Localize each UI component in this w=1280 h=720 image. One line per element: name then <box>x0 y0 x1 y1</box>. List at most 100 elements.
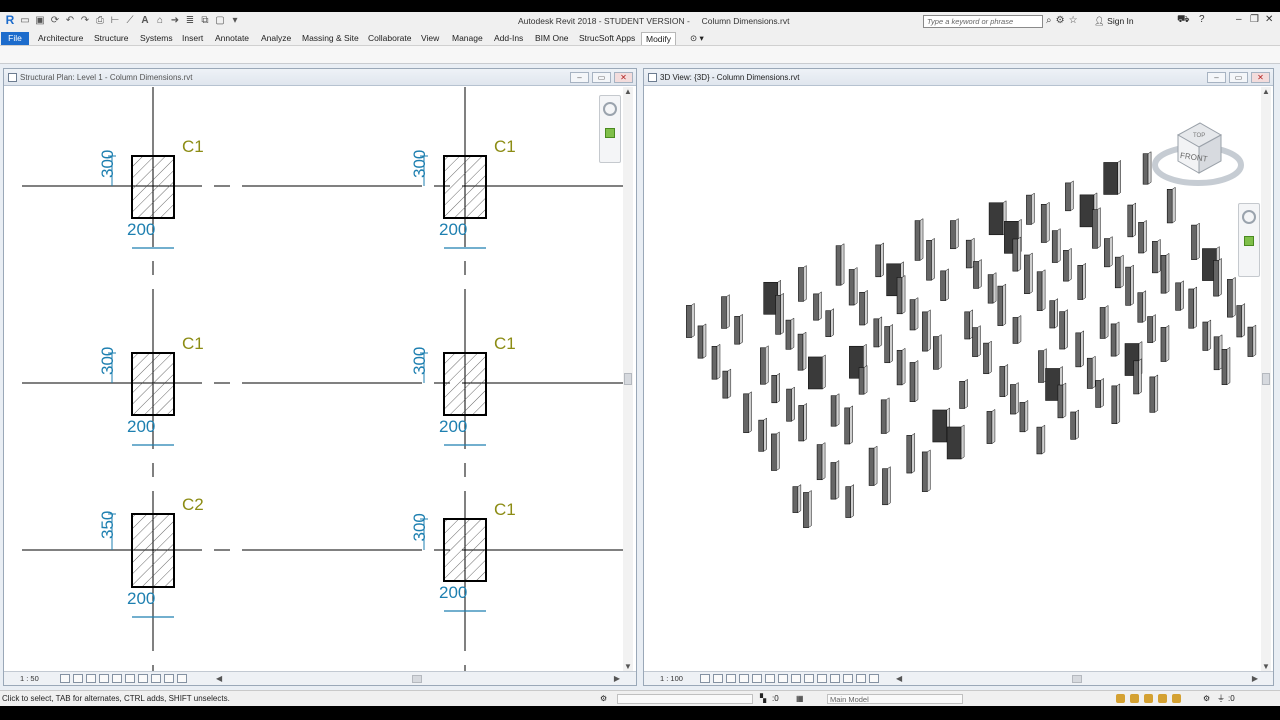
3d-column[interactable] <box>1057 382 1067 419</box>
analytical-model-icon[interactable] <box>177 674 187 683</box>
3d-column[interactable] <box>786 386 795 422</box>
3d-column[interactable] <box>743 391 752 434</box>
column-2[interactable] <box>443 155 487 219</box>
3d-column[interactable] <box>845 484 854 519</box>
3d-column[interactable] <box>697 323 707 359</box>
temp-hide-icon[interactable] <box>151 674 161 683</box>
3d-column[interactable] <box>798 402 807 442</box>
redo-icon[interactable]: ↷ <box>79 14 91 26</box>
3d-column[interactable] <box>1227 276 1236 318</box>
tab-annotate[interactable]: Annotate <box>215 32 249 45</box>
close-button[interactable]: ✕ <box>1265 14 1273 25</box>
3d-column[interactable] <box>1024 252 1033 295</box>
thin-lines-icon[interactable]: ≣ <box>184 14 196 26</box>
sync-icon[interactable]: ⟳ <box>49 14 61 26</box>
worksharing-icon-3d[interactable] <box>830 674 840 683</box>
highlight-icon-3d[interactable] <box>856 674 866 683</box>
3d-column[interactable] <box>875 242 884 278</box>
show-crop-icon-3d[interactable] <box>778 674 788 683</box>
3d-column[interactable] <box>1149 374 1159 413</box>
3d-column[interactable] <box>775 292 784 335</box>
select-links-icon[interactable] <box>1116 694 1125 703</box>
editable-only-icon[interactable]: ▦ <box>796 691 804 706</box>
3d-column[interactable] <box>803 489 812 529</box>
3d-column[interactable] <box>1077 262 1086 301</box>
switch-windows-icon[interactable]: ▢ <box>214 14 226 26</box>
3d-column[interactable] <box>1040 201 1050 243</box>
3d-column[interactable] <box>896 347 906 386</box>
tab-collaborate[interactable]: Collaborate <box>368 32 411 45</box>
crop-view-icon[interactable] <box>112 674 122 683</box>
crop-view-icon-3d[interactable] <box>765 674 775 683</box>
3d-column[interactable] <box>1133 358 1142 395</box>
3d-column[interactable] <box>1125 264 1134 306</box>
binoculars-icon[interactable]: ⌕ <box>1046 15 1052 26</box>
3d-column[interactable] <box>721 294 730 329</box>
tab-architecture[interactable]: Architecture <box>38 32 83 45</box>
select-by-face-icon[interactable] <box>1158 694 1167 703</box>
3d-column[interactable] <box>1147 314 1156 344</box>
3d-column[interactable] <box>1036 424 1046 455</box>
close-hidden-icon[interactable]: ⧉ <box>199 14 211 26</box>
3d-column[interactable] <box>1099 304 1109 339</box>
3d-column[interactable] <box>983 340 992 375</box>
3d-column[interactable] <box>771 372 780 404</box>
3d-column[interactable] <box>909 297 919 331</box>
design-option-select[interactable]: Main Model <box>827 694 963 704</box>
3d-column[interactable] <box>1166 186 1176 224</box>
3d-column[interactable] <box>1012 314 1022 344</box>
tab-view[interactable]: View <box>421 32 439 45</box>
plan-vscroll-thumb[interactable] <box>624 373 632 385</box>
workset-select[interactable] <box>617 694 753 704</box>
3d-column[interactable] <box>1175 280 1184 311</box>
aligned-dimension-icon[interactable]: ⟋ <box>124 14 136 26</box>
3d-column[interactable] <box>987 272 997 304</box>
background-processes-icon[interactable]: ⚙ <box>1203 691 1210 706</box>
column-5[interactable] <box>131 513 175 588</box>
3d-column[interactable] <box>1075 330 1084 368</box>
3d-column[interactable] <box>926 237 935 281</box>
3d-column[interactable] <box>835 243 845 286</box>
3d-column[interactable] <box>946 424 965 460</box>
3d-column[interactable] <box>1065 180 1074 212</box>
drag-on-selection-icon[interactable] <box>1172 694 1181 703</box>
3d-column[interactable] <box>1142 151 1152 185</box>
3d-column[interactable] <box>896 274 906 315</box>
zoom-icon-3d[interactable] <box>1244 236 1254 246</box>
column-3[interactable] <box>131 352 175 416</box>
maximize-3d-view-button[interactable]: ▭ <box>1229 72 1248 83</box>
3d-column[interactable] <box>722 368 732 399</box>
3d-column[interactable] <box>922 309 931 352</box>
sign-in-button[interactable]: 👤︎ Sign In <box>1094 16 1134 27</box>
3d-column[interactable] <box>999 363 1009 398</box>
shadows-icon-3d[interactable] <box>739 674 749 683</box>
3d-column[interactable] <box>1137 290 1147 323</box>
3d-column[interactable] <box>1010 382 1019 415</box>
cart-icon[interactable]: ⛟ <box>1177 14 1190 27</box>
view-cube-icon[interactable]: TOP FRONT <box>1152 122 1244 186</box>
minimize-view-button[interactable]: ‒ <box>570 72 589 83</box>
3d-column[interactable] <box>1063 247 1072 282</box>
3d-column[interactable] <box>1070 409 1079 440</box>
3d-column[interactable] <box>1104 236 1113 268</box>
3d-column[interactable] <box>816 442 826 481</box>
zoom-icon[interactable] <box>605 128 615 138</box>
reveal-hidden-icon[interactable] <box>164 674 174 683</box>
section-icon[interactable]: ➜ <box>169 14 181 26</box>
3d-hscroll-thumb[interactable] <box>1072 675 1082 683</box>
3d-column[interactable] <box>959 378 968 409</box>
3d-column[interactable] <box>1213 334 1223 371</box>
plan-canvas[interactable]: 300 200 C1 300 200 C1 300 200 C1 300 200 C1 350 200 C2… <box>8 87 624 671</box>
select-pinned-icon[interactable] <box>1144 694 1153 703</box>
3d-column[interactable] <box>792 484 802 514</box>
3d-column[interactable] <box>1019 399 1029 433</box>
detail-level-icon-3d[interactable] <box>700 674 710 683</box>
constraints-icon-3d[interactable] <box>869 674 879 683</box>
3d-column[interactable] <box>1152 238 1161 274</box>
3d-column[interactable] <box>1160 252 1170 294</box>
3d-column[interactable] <box>882 466 891 506</box>
3d-column[interactable] <box>1221 346 1231 386</box>
3d-column[interactable] <box>1110 321 1120 357</box>
view-scale-3d[interactable]: 1 : 100 <box>660 672 683 685</box>
close-3d-view-button[interactable]: ✕ <box>1251 72 1270 83</box>
